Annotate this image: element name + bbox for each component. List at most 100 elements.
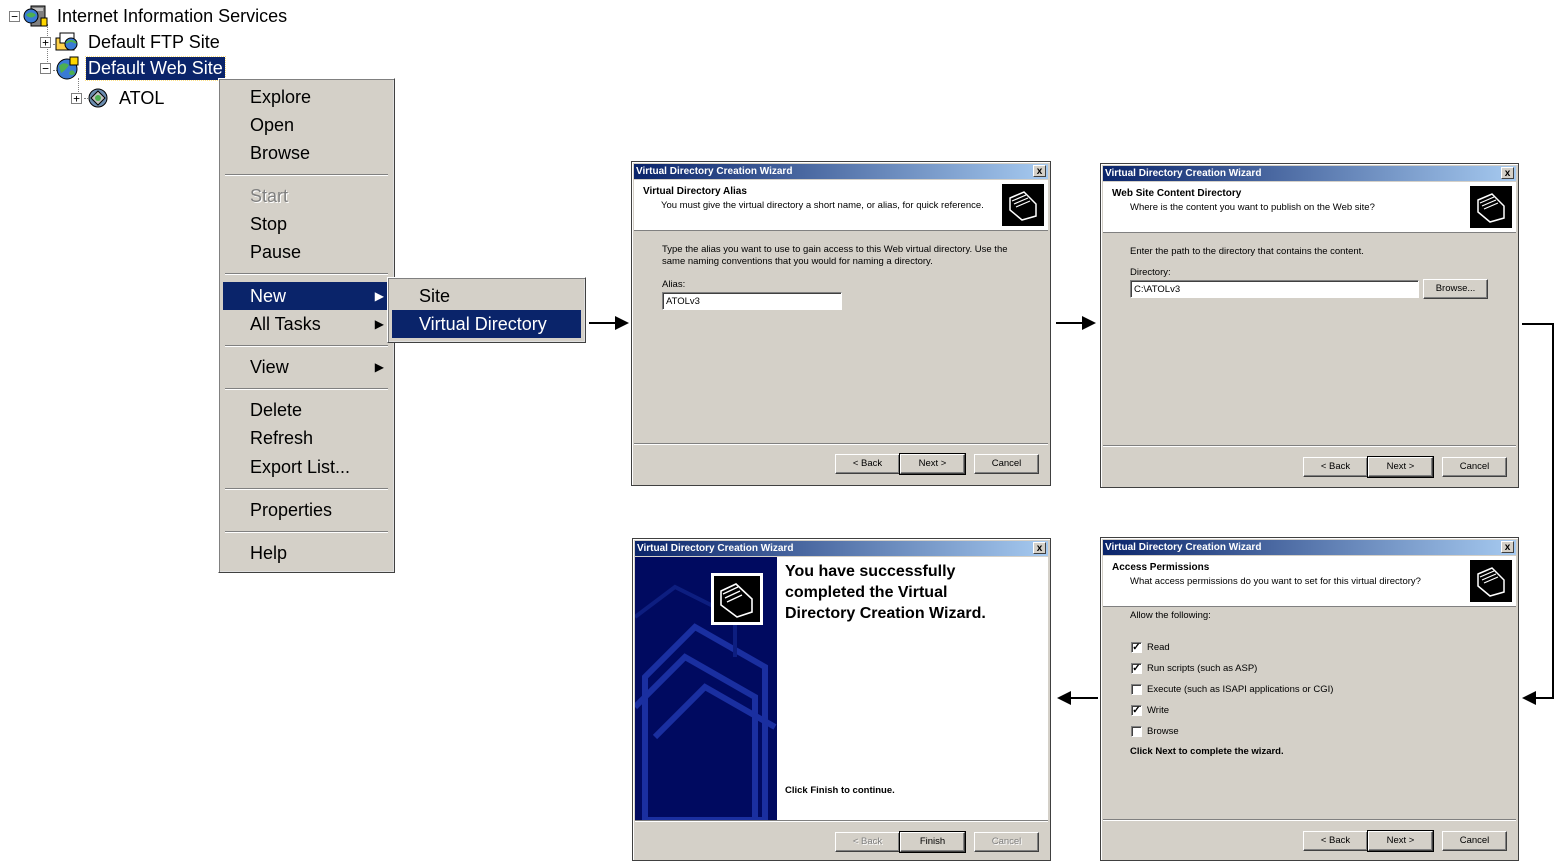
window-title: Virtual Directory Creation Wizard: [1105, 542, 1262, 553]
arrow-shaft: [1534, 697, 1554, 699]
iis-server-icon: [23, 5, 48, 27]
menu-item-export-list[interactable]: Export List...: [223, 453, 390, 481]
browse-checkbox[interactable]: [1131, 726, 1142, 737]
execute-checkbox[interactable]: [1131, 684, 1142, 695]
cancel-button[interactable]: Cancel: [1442, 457, 1507, 477]
collapse-toggle[interactable]: −: [9, 10, 20, 22]
tree-node-iis-root[interactable]: − Internet Information Services: [9, 4, 289, 28]
arrow-shaft: [1552, 323, 1554, 699]
menu-item-view-label: View: [250, 357, 289, 377]
context-menu: Explore Open Browse Start Stop Pause New…: [218, 78, 395, 573]
menu-item-properties[interactable]: Properties: [223, 496, 390, 524]
wizard-header: Virtual Directory Alias You must give th…: [634, 180, 1048, 231]
arrow-right-icon: [615, 316, 629, 330]
new-submenu: Site Virtual Directory: [387, 277, 586, 343]
menu-item-new[interactable]: New ▶: [223, 282, 390, 310]
close-icon[interactable]: x: [1501, 167, 1514, 179]
menu-separator: [225, 531, 388, 533]
wizard-alias-dialog: Virtual Directory Creation Wizard x Virt…: [631, 161, 1051, 486]
menu-item-browse[interactable]: Browse: [223, 139, 390, 167]
tree-label-iis: Internet Information Services: [57, 5, 288, 26]
tree-node-atol[interactable]: + ATOL: [71, 86, 166, 110]
read-label: Read: [1147, 642, 1170, 653]
menu-item-help[interactable]: Help: [223, 539, 390, 567]
tree-label-default-web-site: Default Web Site: [85, 55, 226, 81]
header-subtitle: Where is the content you want to publish…: [1130, 202, 1375, 213]
arrow-left-icon: [1522, 691, 1536, 705]
menu-item-stop[interactable]: Stop: [223, 210, 390, 238]
menu-item-open[interactable]: Open: [223, 111, 390, 139]
write-checkbox[interactable]: ✓: [1131, 705, 1142, 716]
menu-item-all-tasks[interactable]: All Tasks ▶: [223, 310, 390, 338]
arrow-left-icon: [1057, 691, 1071, 705]
arrow-shaft: [1522, 323, 1554, 325]
close-icon[interactable]: x: [1033, 542, 1046, 554]
instruction-line-1: Type the alias you want to use to gain a…: [662, 244, 1008, 255]
execute-label: Execute (such as ISAPI applications or C…: [1147, 684, 1334, 695]
expand-toggle[interactable]: +: [40, 36, 51, 48]
finish-button[interactable]: Finish: [899, 831, 966, 853]
cancel-button: Cancel: [974, 832, 1039, 852]
wizard-folder-icon: [1002, 184, 1044, 226]
tree-label-ftp: Default FTP Site: [88, 31, 220, 52]
completion-heading: You have successfully completed the Virt…: [785, 561, 986, 624]
arrow-right-icon: [1082, 316, 1096, 330]
menu-item-view[interactable]: View ▶: [223, 353, 390, 381]
allow-label: Allow the following:: [1130, 610, 1211, 621]
back-button: < Back: [835, 832, 900, 852]
write-label: Write: [1147, 705, 1169, 716]
header-title: Virtual Directory Alias: [643, 186, 747, 197]
wizard-permissions-dialog: Virtual Directory Creation Wizard x Acce…: [1100, 537, 1519, 861]
browse-button[interactable]: Browse...: [1423, 279, 1488, 299]
title-bar: Virtual Directory Creation Wizard x: [635, 541, 1048, 556]
menu-item-explore[interactable]: Explore: [223, 83, 390, 111]
menu-item-start: Start: [250, 186, 289, 206]
tree-node-default-web-site[interactable]: − Default Web Site: [40, 55, 226, 81]
next-button[interactable]: Next >: [899, 453, 966, 475]
close-icon[interactable]: x: [1501, 541, 1514, 553]
run-scripts-checkbox[interactable]: ✓: [1131, 663, 1142, 674]
window-title: Virtual Directory Creation Wizard: [1105, 168, 1262, 179]
submenu-item-site[interactable]: Site: [392, 282, 581, 310]
wizard-header: Web Site Content Directory Where is the …: [1103, 182, 1516, 233]
title-bar: Virtual Directory Creation Wizard x: [1103, 540, 1516, 555]
menu-separator: [225, 388, 388, 390]
back-button[interactable]: < Back: [835, 454, 900, 474]
complete-instruction: Click Next to complete the wizard.: [1130, 746, 1284, 757]
menu-item-delete[interactable]: Delete: [223, 396, 390, 424]
completion-heading-line: You have successfully: [785, 563, 956, 580]
wizard-complete-dialog: Virtual Directory Creation Wizard x You …: [632, 538, 1051, 861]
menu-item-all-tasks-label: All Tasks: [250, 314, 321, 334]
alias-input[interactable]: ATOLv3: [662, 292, 842, 310]
instruction-line-2: same naming conventions that you would f…: [662, 256, 933, 267]
collapse-toggle[interactable]: −: [40, 62, 51, 74]
web-site-globe-icon: [56, 56, 79, 80]
next-button[interactable]: Next >: [1367, 456, 1434, 478]
run-scripts-label: Run scripts (such as ASP): [1147, 663, 1258, 674]
submenu-arrow-icon: ▶: [374, 317, 384, 331]
finish-instruction: Click Finish to continue.: [785, 785, 895, 796]
back-button[interactable]: < Back: [1303, 457, 1368, 477]
window-title: Virtual Directory Creation Wizard: [637, 543, 794, 554]
menu-item-refresh[interactable]: Refresh: [223, 424, 390, 452]
menu-separator: [225, 488, 388, 490]
virtual-directory-icon: [88, 88, 108, 108]
back-button[interactable]: < Back: [1303, 831, 1368, 851]
menu-item-pause[interactable]: Pause: [223, 238, 390, 266]
directory-label: Directory:: [1130, 267, 1171, 278]
title-bar: Virtual Directory Creation Wizard x: [1103, 166, 1516, 181]
footer-divider: [634, 443, 1048, 445]
completion-heading-line: completed the Virtual: [785, 584, 948, 601]
completion-heading-line: Directory Creation Wizard.: [785, 605, 986, 622]
cancel-button[interactable]: Cancel: [1442, 831, 1507, 851]
close-icon[interactable]: x: [1033, 165, 1046, 177]
cancel-button[interactable]: Cancel: [974, 454, 1039, 474]
read-checkbox[interactable]: ✓: [1131, 642, 1142, 653]
menu-separator: [225, 273, 388, 275]
tree-node-ftp-site[interactable]: + Default FTP Site: [40, 30, 222, 54]
next-button[interactable]: Next >: [1367, 830, 1434, 852]
submenu-item-virtual-directory[interactable]: Virtual Directory: [392, 310, 581, 338]
expand-toggle[interactable]: +: [71, 92, 82, 104]
directory-input[interactable]: C:\ATOLv3: [1130, 280, 1419, 298]
tree-label-atol: ATOL: [119, 87, 165, 108]
